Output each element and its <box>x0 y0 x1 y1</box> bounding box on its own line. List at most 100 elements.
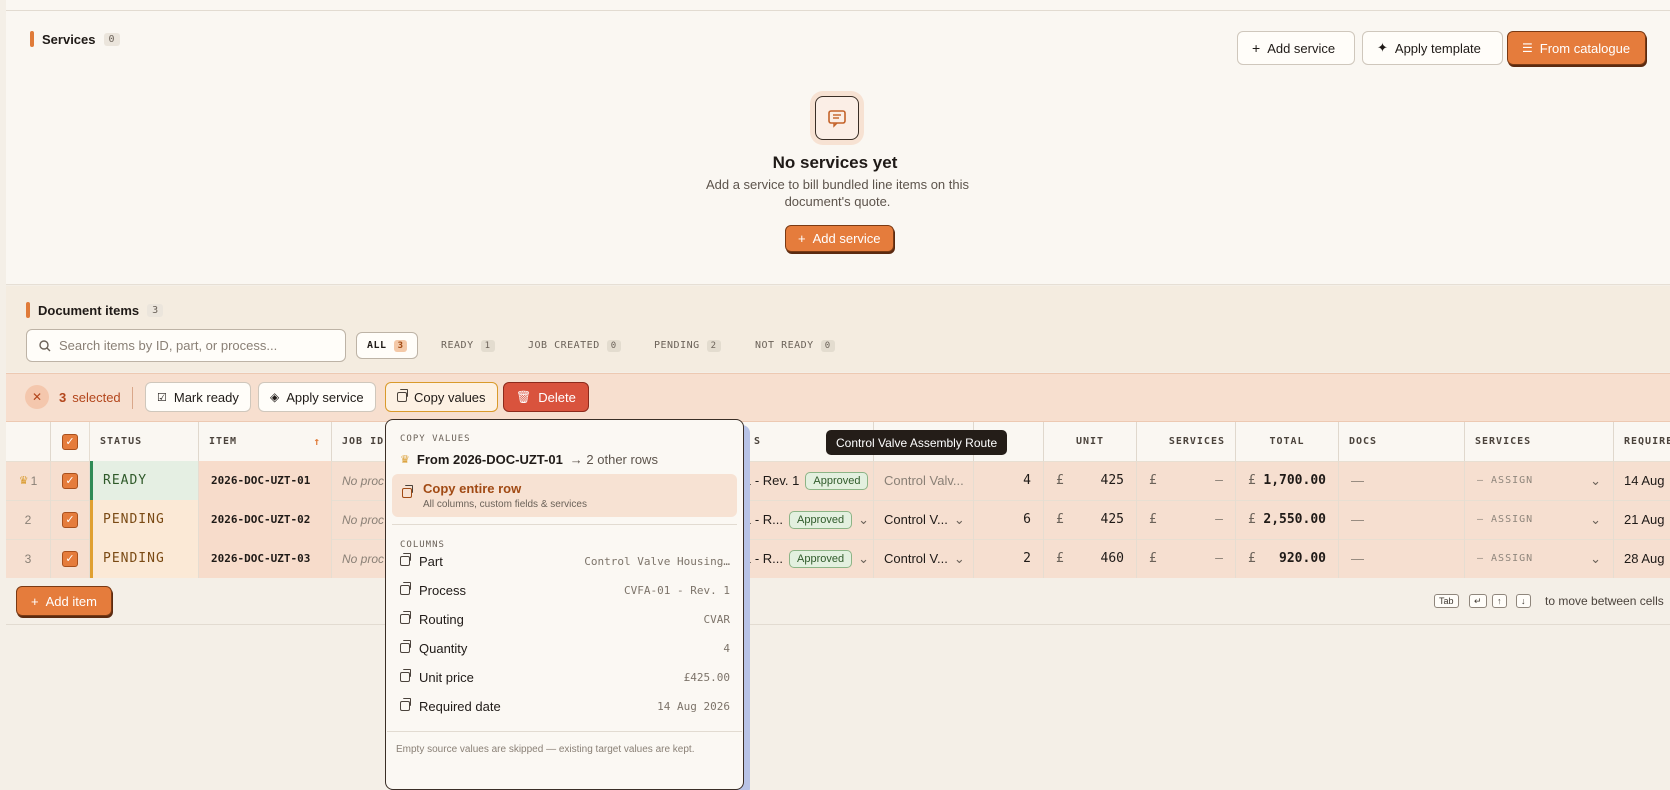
header-select-all[interactable]: ✓ <box>51 422 90 461</box>
chevron-down-icon: ⌄ <box>1590 472 1601 488</box>
header-services[interactable]: SERVICES <box>1465 422 1614 461</box>
copy-values-label: Copy values <box>414 389 486 405</box>
crown-icon: ♛ <box>18 475 29 487</box>
row-checkbox[interactable]: ✓ <box>51 539 90 578</box>
copy-source: ♛ From 2026-DOC-UZT-01 → 2 other rows <box>400 449 730 469</box>
currency-symbol: £ <box>1149 473 1157 488</box>
routing-cell[interactable]: Control V... ⌄ <box>874 539 974 578</box>
header-docs[interactable]: DOCS <box>1339 422 1465 461</box>
apply-service-label: Apply service <box>286 389 364 405</box>
assign-service-select[interactable]: — ASSIGN ⌄ <box>1465 500 1614 539</box>
header-services-amount[interactable]: SERVICES <box>1137 422 1236 461</box>
row-checkbox[interactable]: ✓ <box>51 500 90 539</box>
plus-icon: + <box>1252 40 1261 56</box>
copy-column-option[interactable]: Process CVFA-01 - Rev. 1 <box>400 580 730 600</box>
unit-price-cell[interactable]: £460 <box>1044 539 1137 578</box>
quantity-cell[interactable]: 2 <box>974 539 1044 578</box>
crown-icon: ♛ <box>400 453 410 466</box>
quantity-cell[interactable]: 4 <box>974 461 1044 500</box>
routing-cell[interactable]: Control V... ⌄ <box>874 500 974 539</box>
header-unit[interactable]: UNIT <box>1044 422 1137 461</box>
currency-symbol: £ <box>1056 551 1064 566</box>
process-cell[interactable]: 1 - R... Approved ⌄ <box>744 539 874 578</box>
copy-target-label: → 2 other rows <box>569 451 658 467</box>
copy-icon <box>400 553 411 566</box>
delete-button[interactable]: 🗑 Delete <box>503 382 589 412</box>
plus-icon: + <box>798 231 806 246</box>
status-badge: PENDING <box>90 539 199 578</box>
header-status[interactable]: STATUS <box>90 422 199 461</box>
header-job-id[interactable]: JOB ID <box>332 422 385 461</box>
filter-label: ALL <box>367 340 387 351</box>
assign-service-select[interactable]: — ASSIGN ⌄ <box>1465 461 1614 500</box>
header-total[interactable]: TOTAL <box>1236 422 1339 461</box>
keyboard-hint: to move between cells <box>1545 594 1664 608</box>
add-service-button[interactable]: + Add service <box>1237 31 1355 65</box>
required-date-cell[interactable]: 28 Aug <box>1614 539 1670 578</box>
row-number-label: 2 <box>24 512 32 527</box>
items-accent-bar <box>26 302 30 318</box>
search-input[interactable]: Search items by ID, part, or process... <box>26 329 346 362</box>
amount-value: — <box>1215 551 1223 566</box>
routing-label: Control V... <box>884 551 948 566</box>
column-name: Required date <box>419 698 501 714</box>
header-required[interactable]: REQUIRE <box>1614 422 1670 461</box>
filter-all[interactable]: ALL 3 <box>356 332 419 359</box>
down-key: ↓ <box>1516 594 1531 608</box>
filter-job-created[interactable]: JOB CREATED 0 <box>518 332 631 359</box>
services-title: Services <box>42 31 96 47</box>
copy-column-option[interactable]: Quantity 4 <box>400 638 730 658</box>
amount-value: — <box>1215 512 1223 527</box>
clear-selection-icon[interactable]: ✕ <box>25 385 49 409</box>
filter-ready[interactable]: READY 1 <box>431 332 505 359</box>
empty-add-service-button[interactable]: + Add service <box>785 225 894 252</box>
from-catalogue-button[interactable]: ☰ From catalogue <box>1507 31 1646 65</box>
empty-add-service-label: Add service <box>812 231 881 246</box>
mark-ready-button[interactable]: ☑ Mark ready <box>145 382 251 412</box>
column-name: Routing <box>419 611 464 627</box>
copy-entire-row-option[interactable]: Copy entire row All columns, custom fiel… <box>392 474 737 517</box>
row-checkbox[interactable]: ✓ <box>51 461 90 500</box>
unit-price-cell[interactable]: £425 <box>1044 500 1137 539</box>
services-amount-cell: £ — <box>1137 461 1236 500</box>
process-label: 1 - Rev. 1 <box>744 473 800 488</box>
filter-not-ready[interactable]: NOT READY 0 <box>745 332 845 359</box>
selected-count: 3 selected <box>59 390 121 405</box>
filter-pending[interactable]: PENDING 2 <box>644 332 731 359</box>
add-item-button[interactable]: + Add item <box>16 586 112 616</box>
routing-cell[interactable]: Control Valv... <box>874 461 974 500</box>
process-cell[interactable]: 1 - R... Approved ⌄ <box>744 500 874 539</box>
quantity-cell[interactable]: 6 <box>974 500 1044 539</box>
currency-symbol: £ <box>1149 512 1157 527</box>
unit-price-cell[interactable]: £425 <box>1044 461 1137 500</box>
apply-service-button[interactable]: ◈ Apply service <box>258 382 376 412</box>
routing-label: Control V... <box>884 512 948 527</box>
column-name: Unit price <box>419 669 474 685</box>
copy-column-option[interactable]: Required date 14 Aug 2026 <box>400 696 730 716</box>
required-date-cell[interactable]: 14 Aug <box>1614 461 1670 500</box>
copy-icon <box>402 485 413 498</box>
copy-column-option[interactable]: Part Control Valve Housing… <box>400 551 730 571</box>
search-icon <box>39 339 51 351</box>
required-date-cell[interactable]: 21 Aug <box>1614 500 1670 539</box>
copy-column-option[interactable]: Routing CVAR <box>400 609 730 629</box>
total-cell: £920.00 <box>1236 539 1339 578</box>
copy-values-button[interactable]: Copy values <box>385 382 498 412</box>
copy-column-option[interactable]: Unit price £425.00 <box>400 667 730 687</box>
filter-count: 1 <box>480 339 495 352</box>
copy-entire-row-title: Copy entire row <box>423 481 522 496</box>
column-name: Part <box>419 553 443 569</box>
search-placeholder: Search items by ID, part, or process... <box>59 338 278 353</box>
row-number: 2 <box>6 500 51 539</box>
assign-service-select[interactable]: — ASSIGN ⌄ <box>1465 539 1614 578</box>
approved-badge: Approved <box>805 471 869 490</box>
check-square-icon: ☑ <box>157 391 167 404</box>
amount-value: 425 <box>1100 512 1124 527</box>
apply-template-button[interactable]: ✦ Apply template <box>1362 31 1503 65</box>
document-items-count: 3 <box>147 303 164 317</box>
add-service-label: Add service <box>1267 40 1336 56</box>
row-number: 3 <box>6 539 51 578</box>
currency-symbol: £ <box>1056 512 1064 527</box>
header-item[interactable]: ITEM ↑ <box>199 422 332 461</box>
process-cell[interactable]: 1 - Rev. 1 Approved <box>744 461 874 500</box>
